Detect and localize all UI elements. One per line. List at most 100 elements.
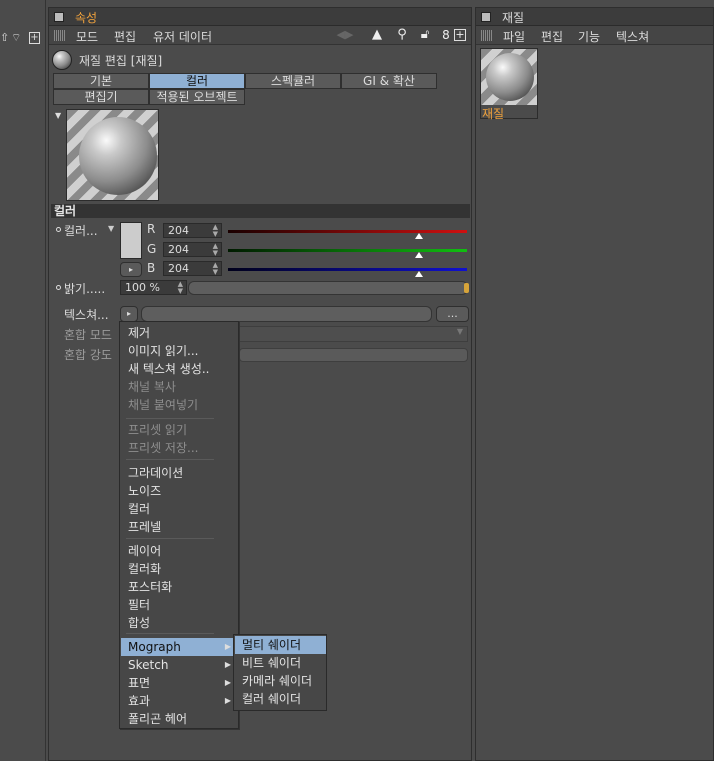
texture-field[interactable]	[141, 306, 432, 322]
popup-item-16[interactable]: Mograph ▶	[121, 638, 237, 656]
popup-item-9[interactable]: 컬러	[121, 500, 237, 518]
popup-item-7[interactable]: 그라데이션	[121, 464, 237, 482]
color-swatch[interactable]	[120, 222, 142, 259]
popup-separator	[126, 538, 214, 539]
popup-item-0[interactable]: 제거	[121, 324, 237, 342]
blend-strength-slider[interactable]	[239, 348, 468, 362]
stepper-arrows-icon[interactable]: ▲ ▼	[213, 243, 218, 257]
material-edit-title: 재질 편집 [재질]	[79, 54, 163, 68]
b-value-field[interactable]: 204 ▲ ▼	[163, 261, 222, 276]
g-slider[interactable]	[228, 249, 467, 252]
menu-mode[interactable]: 모드	[76, 28, 98, 45]
r-value: 204	[168, 224, 189, 237]
menu-file[interactable]: 파일	[503, 28, 525, 45]
r-slider[interactable]	[228, 230, 467, 233]
popup-item-label: 노이즈	[128, 484, 162, 498]
brightness-slider-end	[464, 283, 469, 293]
color-label: 컬러...	[64, 224, 98, 238]
stepper-arrows-icon[interactable]: ▲ ▼	[213, 262, 218, 276]
popup-item-15[interactable]: 합성	[121, 614, 237, 632]
material-thumbnail[interactable]: 재질	[480, 48, 538, 121]
submenu-item-2[interactable]: 카메라 쉐이더	[235, 672, 326, 690]
popup-item-4: 채널 붙여넣기	[121, 396, 237, 414]
preview-menu-arrow-icon[interactable]: ▼	[55, 111, 61, 120]
stepper-arrows-icon[interactable]: ▲ ▼	[213, 224, 218, 238]
new-panel-icon[interactable]: +	[29, 32, 40, 44]
submenu-arrow-icon: ▶	[224, 660, 231, 669]
lock-icon[interactable]: 🔓︎	[417, 27, 433, 43]
menu-edit[interactable]: 편집	[541, 28, 563, 45]
texture-menu-button[interactable]: ▸	[120, 306, 138, 322]
tab-basic[interactable]: 기본	[53, 73, 149, 89]
popup-separator	[126, 633, 214, 634]
popup-item-5: 프리셋 읽기	[121, 421, 237, 439]
popup-item-11[interactable]: 레이어	[121, 542, 237, 560]
popup-item-17[interactable]: Sketch ▶	[121, 656, 237, 674]
animation-dot-icon[interactable]	[56, 285, 61, 290]
popup-item-label: 효과	[128, 694, 151, 708]
color-dropdown-icon[interactable]: ▼	[108, 224, 114, 233]
animation-dot-icon[interactable]	[56, 227, 61, 232]
popup-item-1[interactable]: 이미지 읽기...	[121, 342, 237, 360]
popup-item-8[interactable]: 노이즈	[121, 482, 237, 500]
back-forward-icon[interactable]: ◀▶	[327, 27, 363, 43]
menu-edit[interactable]: 편집	[114, 28, 136, 45]
popup-item-label: 채널 붙여넣기	[128, 398, 199, 412]
popup-item-2[interactable]: 새 텍스쳐 생성..	[121, 360, 237, 378]
material-thumbnail-label: 재질	[482, 107, 505, 121]
menu-texture[interactable]: 텍스쳐	[616, 28, 649, 45]
g-slider-knob[interactable]	[415, 252, 424, 258]
grip-icon	[481, 30, 492, 41]
r-value-field[interactable]: 204 ▲ ▼	[163, 223, 222, 238]
material-menubar: 파일 편집 기능 텍스쳐	[476, 26, 713, 45]
texture-browse-button[interactable]: ...	[436, 306, 469, 322]
tab-applied-objects[interactable]: 적용된 오브젝트	[149, 89, 245, 105]
brightness-slider[interactable]	[188, 281, 469, 295]
popup-item-12[interactable]: 컬러화	[121, 560, 237, 578]
stepper-arrows-icon[interactable]: ▲ ▼	[178, 281, 183, 295]
brightness-value-field[interactable]: 100 % ▲ ▼	[120, 280, 187, 295]
panel-menu-box[interactable]	[481, 12, 491, 22]
g-value: 204	[168, 243, 189, 256]
submenu-item-0[interactable]: 멀티 쉐이더	[235, 636, 326, 654]
search-icon[interactable]: ⚲	[394, 27, 410, 43]
tab-specular[interactable]: 스펙큘러	[245, 73, 341, 89]
popup-item-label: 필터	[128, 598, 151, 612]
popup-item-19[interactable]: 효과 ▶	[121, 692, 237, 710]
popup-separator	[126, 459, 214, 460]
menu-user-data[interactable]: 유저 데이터	[153, 28, 212, 45]
material-manager-panel: 재질 파일 편집 기능 텍스쳐 재질	[475, 7, 714, 761]
tab-gi-diffuse[interactable]: GI & 확산	[341, 73, 437, 89]
tab-color[interactable]: 컬러	[149, 73, 245, 89]
popup-item-20[interactable]: 폴리곤 헤어	[121, 710, 237, 728]
color-mode-button[interactable]: ▸	[120, 262, 142, 277]
submenu-item-3[interactable]: 컬러 쉐이더	[235, 690, 326, 708]
r-slider-knob[interactable]	[415, 233, 424, 239]
up-arrow-icon[interactable]: ⇧	[0, 32, 11, 44]
link-icon[interactable]: 8	[438, 27, 454, 43]
menu-function[interactable]: 기능	[578, 28, 600, 45]
popup-item-13[interactable]: 포스터화	[121, 578, 237, 596]
b-slider-knob[interactable]	[415, 271, 424, 277]
panel-title: 속성	[75, 11, 98, 25]
popup-item-14[interactable]: 필터	[121, 596, 237, 614]
new-panel-icon[interactable]: +	[454, 29, 466, 41]
collapse-icon[interactable]: ⌔	[11, 32, 22, 44]
b-value: 204	[168, 262, 189, 275]
popup-item-label: 프리셋 저장...	[128, 441, 199, 455]
attribute-titlebar: 속성	[49, 8, 471, 26]
popup-item-label: 제거	[128, 326, 151, 340]
g-value-field[interactable]: 204 ▲ ▼	[163, 242, 222, 257]
b-slider[interactable]	[228, 268, 467, 271]
popup-item-18[interactable]: 표면 ▶	[121, 674, 237, 692]
blend-mode-select[interactable]: ▼	[239, 326, 468, 342]
popup-item-10[interactable]: 프레넬	[121, 518, 237, 536]
popup-item-label: Mograph	[128, 640, 181, 654]
texture-label: 텍스쳐...	[64, 308, 109, 322]
tab-editor[interactable]: 편집기	[53, 89, 149, 105]
material-preview[interactable]	[66, 109, 159, 201]
cursor-arrow-icon[interactable]: ▲	[369, 27, 385, 43]
panel-menu-box[interactable]	[54, 12, 64, 22]
submenu-item-1[interactable]: 비트 쉐이더	[235, 654, 326, 672]
g-label: G	[147, 242, 157, 256]
